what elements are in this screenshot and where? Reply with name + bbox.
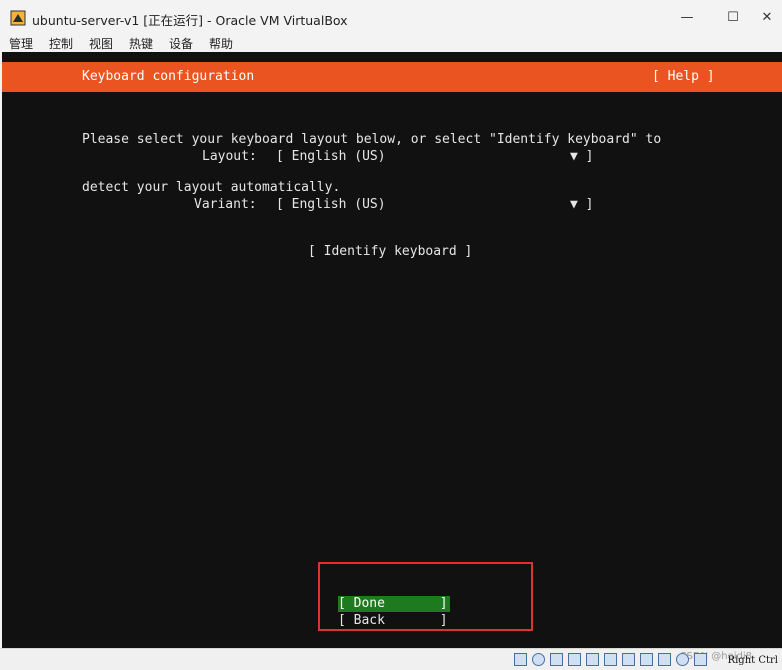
hard-disk-icon[interactable] — [514, 653, 527, 666]
menu-item-devices[interactable]: 设备 — [169, 35, 193, 52]
keyboard-capture-icon[interactable] — [694, 653, 707, 666]
menu-bar: 管理 控制 视图 热键 设备 帮助 — [0, 34, 782, 52]
audio-icon[interactable] — [550, 653, 563, 666]
menu-item-manage[interactable]: 管理 — [9, 35, 33, 52]
variant-select[interactable]: [ English (US) — [276, 197, 386, 212]
vm-screen[interactable]: Keyboard configuration [ Help ] Please s… — [2, 52, 782, 648]
identify-keyboard-button[interactable]: [ Identify keyboard ] — [308, 244, 472, 259]
virtualbox-app-icon — [10, 10, 26, 26]
installer-header: Keyboard configuration [ Help ] — [2, 62, 782, 92]
mouse-integration-icon[interactable] — [676, 653, 689, 666]
description-line: detect your layout automatically. — [82, 180, 341, 195]
status-bar: CSDN @haidi8 Right Ctrl — [0, 648, 782, 670]
menu-item-help[interactable]: 帮助 — [209, 35, 233, 52]
window-titlebar: ubuntu-server-v1 [正在运行] - Oracle VM Virt… — [0, 0, 782, 34]
minimize-icon[interactable]: — — [672, 6, 702, 28]
optical-drive-icon[interactable] — [532, 653, 545, 666]
description-line: Please select your keyboard layout below… — [82, 132, 662, 147]
display-icon[interactable] — [622, 653, 635, 666]
virtualization-icon[interactable] — [658, 653, 671, 666]
host-key-label: Right Ctrl — [727, 655, 778, 666]
video-capture-icon[interactable] — [640, 653, 653, 666]
layout-select[interactable]: [ English (US) — [276, 149, 386, 164]
variant-label: Variant: — [194, 197, 257, 212]
menu-item-hotkeys[interactable]: 热键 — [129, 35, 153, 52]
shared-folders-icon[interactable] — [604, 653, 617, 666]
close-icon[interactable]: ✕ — [752, 6, 782, 28]
annotation-highlight-box — [318, 562, 533, 631]
variant-dropdown-arrow-icon[interactable]: ▼ ] — [570, 197, 593, 212]
layout-dropdown-arrow-icon[interactable]: ▼ ] — [570, 149, 593, 164]
menu-item-control[interactable]: 控制 — [49, 35, 73, 52]
window-title: ubuntu-server-v1 [正在运行] - Oracle VM Virt… — [32, 13, 348, 28]
usb-icon[interactable] — [586, 653, 599, 666]
help-button[interactable]: [ Help ] — [652, 69, 715, 84]
maximize-icon[interactable]: ☐ — [718, 6, 748, 28]
network-icon[interactable] — [568, 653, 581, 666]
menu-item-view[interactable]: 视图 — [89, 35, 113, 52]
page-title: Keyboard configuration — [82, 69, 255, 84]
layout-label: Layout: — [202, 149, 257, 164]
